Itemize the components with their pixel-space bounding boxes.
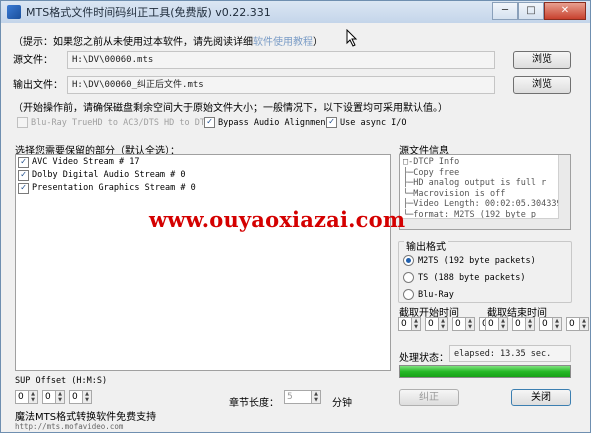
watermark-text: www.ouyaoxiazai.com bbox=[149, 207, 406, 232]
source-label: 源文件： bbox=[13, 55, 53, 66]
status-text: elapsed: 13.35 sec. bbox=[449, 345, 571, 362]
spin-value[interactable]: 0 bbox=[42, 390, 56, 404]
footer-text: 魔法MTS格式转换软件免费支持 bbox=[15, 412, 157, 423]
window-title: MTS格式文件时间码纠正工具(免费版) v0.22.331 bbox=[26, 6, 271, 19]
output-format-label: 输出格式 bbox=[404, 238, 448, 253]
stream-label: AVC Video Stream # 17 bbox=[32, 157, 140, 167]
trim-end-stepper[interactable]: 0 ▲ ▼ 0 ▲ ▼ 0 ▲ ▼ 0 ▲ ▼ bbox=[485, 317, 589, 331]
output-label: 输出文件： bbox=[13, 80, 63, 91]
format-m2ts-radio[interactable]: M2TS (192 byte packets) bbox=[403, 255, 536, 266]
async-io-label: Use async I/O bbox=[340, 117, 407, 128]
tutorial-link[interactable]: 软件使用教程 bbox=[253, 37, 313, 48]
footer-url-link[interactable]: http://mts.mofavideo.com bbox=[15, 422, 123, 431]
status-label: 处理状态： bbox=[399, 353, 449, 364]
list-item[interactable]: ✓ AVC Video Stream # 17 bbox=[18, 156, 390, 168]
radio-selected-icon[interactable] bbox=[403, 255, 414, 266]
spin-arrows-icon[interactable]: ▲▼ bbox=[526, 317, 535, 331]
disk-space-note: （开始操作前，请确保磁盘剩余空间大于原始文件大小；一般情况下，以下设置均可采用默… bbox=[13, 103, 448, 114]
list-item[interactable]: ✓ Dolby Digital Audio Stream # 0 bbox=[18, 169, 390, 181]
spin-arrows-icon[interactable]: ▲▼ bbox=[466, 317, 475, 331]
hint-prefix: （提示：如果您之前从未使用过本软件，请先阅读详细 bbox=[13, 37, 253, 48]
close-window-button[interactable]: ✕ bbox=[544, 2, 586, 20]
truehd-option-label: Blu-Ray TrueHD to AC3/DTS HD to DTS bbox=[31, 117, 211, 128]
progress-fill bbox=[400, 366, 570, 377]
spin-arrows-icon[interactable]: ▲▼ bbox=[499, 317, 508, 331]
tree-vertical-scrollbar[interactable] bbox=[558, 155, 570, 229]
tree-line: ├─Copy free bbox=[403, 167, 460, 178]
bypass-audio-label: Bypass Audio Alignment bbox=[218, 117, 331, 128]
bypass-audio-checkbox[interactable]: ✓ Bypass Audio Alignment bbox=[204, 117, 331, 128]
truehd-checkbox-box[interactable] bbox=[17, 117, 28, 128]
window-controls: ─ □ ✕ bbox=[492, 2, 586, 20]
hint-suffix: ） bbox=[313, 37, 323, 48]
spin-arrows-icon[interactable]: ▲▼ bbox=[83, 390, 92, 404]
spin-arrows-icon[interactable]: ▲▼ bbox=[312, 390, 321, 404]
source-browse-button[interactable]: 浏览 bbox=[513, 51, 571, 69]
chapter-label: 章节长度： bbox=[229, 398, 279, 409]
maximize-button[interactable]: □ bbox=[518, 2, 544, 20]
stream-label: Dolby Digital Audio Stream # 0 bbox=[32, 170, 186, 180]
spin-value[interactable]: 0 bbox=[485, 317, 499, 331]
format-ts-label: TS (188 byte packets) bbox=[418, 272, 526, 283]
format-ts-radio[interactable]: TS (188 byte packets) bbox=[403, 272, 525, 283]
spin-arrows-icon[interactable]: ▲▼ bbox=[439, 317, 448, 331]
tree-content: □-DTCP Info ├─Copy free ├─HD analog outp… bbox=[400, 155, 570, 220]
close-button[interactable]: 关闭 bbox=[511, 389, 571, 406]
title-bar[interactable]: MTS格式文件时间码纠正工具(免费版) v0.22.331 ─ □ ✕ bbox=[1, 1, 590, 23]
chapter-stepper[interactable]: 5 ▲ ▼ bbox=[284, 390, 321, 404]
hint-text: （提示：如果您之前从未使用过本软件，请先阅读详细软件使用教程） bbox=[13, 33, 323, 48]
tree-line: ├─Video Length: 00:02:05.304339 bbox=[403, 199, 562, 209]
format-bluray-radio[interactable]: Blu-Ray bbox=[403, 289, 454, 300]
spin-arrows-icon[interactable]: ▲▼ bbox=[580, 317, 589, 331]
async-io-checkbox[interactable]: ✓ Use async I/O bbox=[326, 117, 407, 128]
spin-arrows-icon[interactable]: ▲▼ bbox=[29, 390, 38, 404]
tree-line: □-DTCP Info bbox=[403, 157, 460, 167]
stream-check-icon[interactable]: ✓ bbox=[18, 156, 29, 168]
stream-check-icon[interactable]: ✓ bbox=[18, 169, 29, 181]
spin-value[interactable]: 0 bbox=[15, 390, 29, 404]
streams-list[interactable]: ✓ AVC Video Stream # 17 ✓ Dolby Digital Au… bbox=[15, 154, 391, 371]
spin-arrows-icon[interactable]: ▲▼ bbox=[553, 317, 562, 331]
spin-value[interactable]: 0 bbox=[398, 317, 412, 331]
source-info-tree[interactable]: □-DTCP Info ├─Copy free ├─HD analog outp… bbox=[399, 154, 571, 230]
spin-value[interactable]: 0 bbox=[512, 317, 526, 331]
truehd-option-checkbox[interactable]: Blu-Ray TrueHD to AC3/DTS HD to DTS bbox=[17, 117, 210, 128]
format-bluray-label: Blu-Ray bbox=[418, 289, 454, 300]
spin-value[interactable]: 0 bbox=[425, 317, 439, 331]
format-m2ts-label: M2TS (192 byte packets) bbox=[418, 255, 536, 266]
radio-icon[interactable] bbox=[403, 289, 414, 300]
app-icon bbox=[7, 5, 21, 19]
tree-line: └─Macrovision is off bbox=[403, 188, 506, 199]
spin-arrows-icon[interactable]: ▲▼ bbox=[412, 317, 421, 331]
spin-value[interactable]: 0 bbox=[69, 390, 83, 404]
radio-icon[interactable] bbox=[403, 272, 414, 283]
sup-offset-stepper[interactable]: 0 ▲ ▼ 0 ▲ ▼ 0 ▲ ▼ bbox=[15, 390, 92, 404]
output-file-input[interactable]: H:\DV\00060_纠正后文件.mts bbox=[67, 76, 495, 94]
bypass-audio-check-icon[interactable]: ✓ bbox=[204, 117, 215, 128]
spin-value[interactable]: 0 bbox=[539, 317, 553, 331]
minimize-button[interactable]: ─ bbox=[492, 2, 518, 20]
stream-check-icon[interactable]: ✓ bbox=[18, 182, 29, 194]
app-window: MTS格式文件时间码纠正工具(免费版) v0.22.331 ─ □ ✕ （提示：… bbox=[0, 0, 591, 433]
correct-button[interactable]: 纠正 bbox=[399, 389, 459, 406]
output-browse-button[interactable]: 浏览 bbox=[513, 76, 571, 94]
chapter-value[interactable]: 5 bbox=[284, 390, 312, 404]
sup-offset-label: SUP Offset (H:M:S) bbox=[15, 376, 108, 386]
spin-value[interactable]: 0 bbox=[452, 317, 466, 331]
progress-bar bbox=[399, 365, 571, 378]
list-item[interactable]: ✓ Presentation Graphics Stream # 0 bbox=[18, 182, 390, 194]
chapter-unit: 分钟 bbox=[332, 398, 352, 409]
spin-arrows-icon[interactable]: ▲▼ bbox=[56, 390, 65, 404]
cursor-icon bbox=[346, 29, 358, 47]
tree-horizontal-scrollbar[interactable] bbox=[400, 218, 559, 229]
stream-label: Presentation Graphics Stream # 0 bbox=[32, 183, 196, 193]
spin-value[interactable]: 0 bbox=[566, 317, 580, 331]
source-file-input[interactable]: H:\DV\00060.mts bbox=[67, 51, 495, 69]
tree-line: ├─HD analog output is full r bbox=[403, 178, 547, 188]
async-io-check-icon[interactable]: ✓ bbox=[326, 117, 337, 128]
